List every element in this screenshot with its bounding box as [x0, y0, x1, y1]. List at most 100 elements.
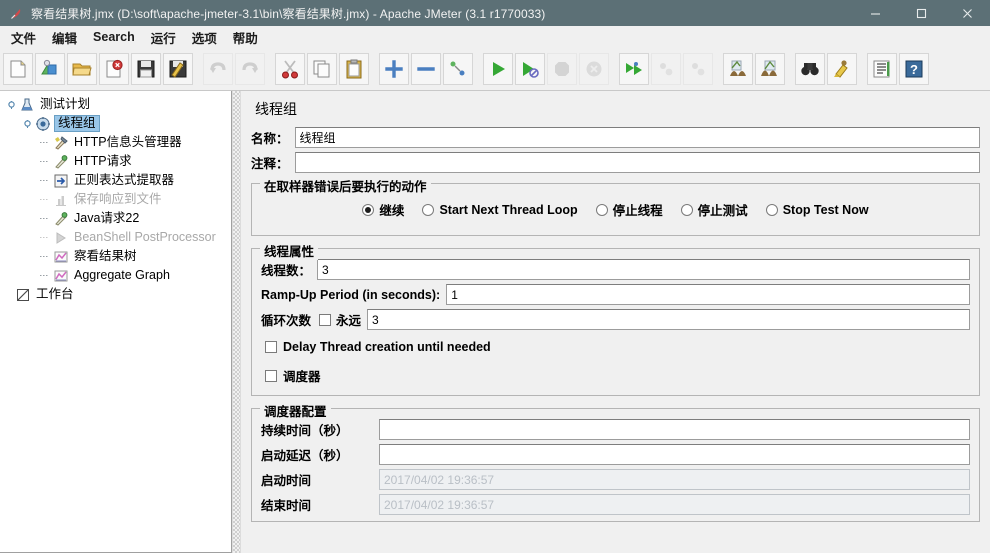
save-as-icon[interactable]: [163, 53, 193, 85]
menu-help[interactable]: 帮助: [225, 26, 266, 49]
forever-checkbox[interactable]: [319, 313, 332, 326]
tree-node-header-manager[interactable]: HTTP信息头管理器: [0, 133, 231, 152]
minimize-icon[interactable]: [852, 0, 898, 26]
tree-branch-line: [38, 133, 52, 152]
paste-clipboard-icon[interactable]: [339, 53, 369, 85]
menu-file[interactable]: 文件: [3, 26, 44, 49]
startup-delay-input[interactable]: [379, 444, 970, 465]
new-document-icon[interactable]: [3, 53, 33, 85]
tree-label-thread-group[interactable]: 线程组: [54, 115, 100, 132]
remote-start-all-icon[interactable]: [619, 53, 649, 85]
radio-continue[interactable]: 继续: [362, 200, 404, 219]
menu-edit[interactable]: 编辑: [44, 26, 85, 49]
tree-node-http-request[interactable]: HTTP请求: [0, 152, 231, 171]
tree-node-java-request[interactable]: Java请求22: [0, 209, 231, 228]
help-book-icon[interactable]: ?: [899, 53, 929, 85]
rampup-label: Ramp-Up Period (in seconds):: [261, 287, 441, 302]
thread-properties-group: 线程属性 线程数： 3 Ramp-Up Period (in seconds):…: [251, 241, 980, 396]
tree-label-java-request[interactable]: Java请求22: [72, 211, 141, 226]
end-time-input[interactable]: 2017/04/02 19:36:57: [379, 494, 970, 515]
tree-label-http-request[interactable]: HTTP请求: [72, 154, 134, 169]
tree-branch-line: [38, 266, 52, 285]
tree-label-save-responses[interactable]: 保存响应到文件: [72, 192, 164, 207]
tree-node-workbench[interactable]: 工作台: [0, 285, 231, 304]
tree-node-test-plan[interactable]: 测试计划: [0, 95, 231, 114]
collapse-minus-icon[interactable]: [411, 53, 441, 85]
templates-icon[interactable]: [35, 53, 65, 85]
test-plan-tree-panel[interactable]: 测试计划 线程组 HTTP信息头管理器 HTTP请求 正则表达式提取器 保存响应…: [0, 91, 232, 553]
radio-start-next-thread-loop-mark[interactable]: [422, 203, 435, 216]
radio-stop-test-now[interactable]: Stop Test Now: [765, 203, 869, 217]
scheduler-config-legend: 调度器配置: [260, 401, 331, 420]
cut-scissors-icon[interactable]: [275, 53, 305, 85]
test-plan-tree[interactable]: 测试计划 线程组 HTTP信息头管理器 HTTP请求 正则表达式提取器 保存响应…: [0, 91, 231, 304]
function-helper-icon[interactable]: [867, 53, 897, 85]
scheduler-checkbox[interactable]: [265, 369, 277, 382]
expander-handle-icon[interactable]: [20, 114, 34, 133]
toolbar-separator: [474, 53, 482, 85]
clear-all-icon[interactable]: [755, 53, 785, 85]
duration-input[interactable]: [379, 419, 970, 440]
open-folder-icon[interactable]: [67, 53, 97, 85]
tree-node-aggregate-graph[interactable]: Aggregate Graph: [0, 266, 231, 285]
toolbar-separator: [610, 53, 618, 85]
comment-input[interactable]: [294, 152, 980, 173]
comment-label: 注释：: [251, 157, 289, 171]
start-no-pauses-icon[interactable]: [515, 53, 545, 85]
beanshell-postprocessor-icon: [52, 229, 70, 247]
tree-label-aggregate-graph[interactable]: Aggregate Graph: [72, 268, 172, 283]
tree-label-header-manager[interactable]: HTTP信息头管理器: [72, 135, 184, 150]
tree-label-view-results-tree[interactable]: 察看结果树: [72, 249, 139, 264]
thread-group-panel: 线程组 名称： 线程组 注释： 在取样器错误后要执行的动作 继续 Start N…: [241, 91, 990, 553]
menu-search[interactable]: Search: [85, 28, 143, 46]
expander-handle-icon[interactable]: [4, 95, 18, 114]
tree-node-save-responses[interactable]: 保存响应到文件: [0, 190, 231, 209]
tree-node-view-results-tree[interactable]: 察看结果树: [0, 247, 231, 266]
start-play-icon[interactable]: [483, 53, 513, 85]
close-document-icon[interactable]: [99, 53, 129, 85]
tree-label-test-plan[interactable]: 测试计划: [38, 97, 92, 112]
save-responses-icon: [52, 191, 70, 209]
tree-branch-line: [38, 247, 52, 266]
delay-thread-creation-label: Delay Thread creation until needed: [283, 340, 491, 354]
reset-search-broom-icon[interactable]: [827, 53, 857, 85]
error-action-group: 在取样器错误后要执行的动作 继续 Start Next Thread Loop …: [251, 176, 980, 236]
tree-label-workbench[interactable]: 工作台: [34, 287, 76, 302]
rampup-input[interactable]: 1: [446, 284, 970, 305]
start-time-input[interactable]: 2017/04/02 19:36:57: [379, 469, 970, 490]
split-pane-divider[interactable]: [232, 91, 241, 553]
radio-stop-thread-mark[interactable]: [595, 203, 608, 216]
loop-count-field-row: 循环次数 永远 3: [261, 309, 970, 330]
radio-stop-test-now-mark[interactable]: [765, 203, 778, 216]
clear-icon[interactable]: [723, 53, 753, 85]
close-icon[interactable]: [944, 0, 990, 26]
toggle-node-icon[interactable]: [443, 53, 473, 85]
radio-stop-test[interactable]: 停止测试: [680, 200, 748, 219]
tree-label-regex-extractor[interactable]: 正则表达式提取器: [72, 173, 176, 188]
menu-options[interactable]: 选项: [184, 26, 225, 49]
maximize-icon[interactable]: [898, 0, 944, 26]
save-icon[interactable]: [131, 53, 161, 85]
radio-stop-thread[interactable]: 停止线程: [595, 200, 663, 219]
copy-icon[interactable]: [307, 53, 337, 85]
radio-start-next-thread-loop[interactable]: Start Next Thread Loop: [422, 203, 578, 217]
delay-thread-creation-row[interactable]: Delay Thread creation until needed: [261, 334, 970, 360]
tree-node-thread-group[interactable]: 线程组: [0, 114, 231, 133]
threads-input[interactable]: 3: [317, 259, 970, 280]
expand-plus-icon[interactable]: [379, 53, 409, 85]
scheduler-row[interactable]: 调度器: [261, 360, 970, 391]
search-binoculars-icon[interactable]: [795, 53, 825, 85]
tree-label-beanshell-postprocessor[interactable]: BeanShell PostProcessor: [72, 230, 218, 245]
tree-node-beanshell-postprocessor[interactable]: BeanShell PostProcessor: [0, 228, 231, 247]
loop-count-input[interactable]: 3: [367, 309, 970, 330]
tree-node-regex-extractor[interactable]: 正则表达式提取器: [0, 171, 231, 190]
end-time-label: 结束时间: [261, 499, 312, 513]
name-input[interactable]: 线程组: [294, 127, 980, 148]
remote-stop-all-icon: [651, 53, 681, 85]
menu-run[interactable]: 运行: [143, 26, 184, 49]
radio-stop-test-mark[interactable]: [680, 203, 693, 216]
delay-thread-creation-checkbox[interactable]: [265, 341, 277, 353]
jmeter-window: 察看结果树.jmx (D:\soft\apache-jmeter-3.1\bin…: [0, 0, 990, 553]
radio-continue-mark[interactable]: [362, 203, 375, 216]
loop-count-label: 循环次数: [261, 314, 312, 328]
